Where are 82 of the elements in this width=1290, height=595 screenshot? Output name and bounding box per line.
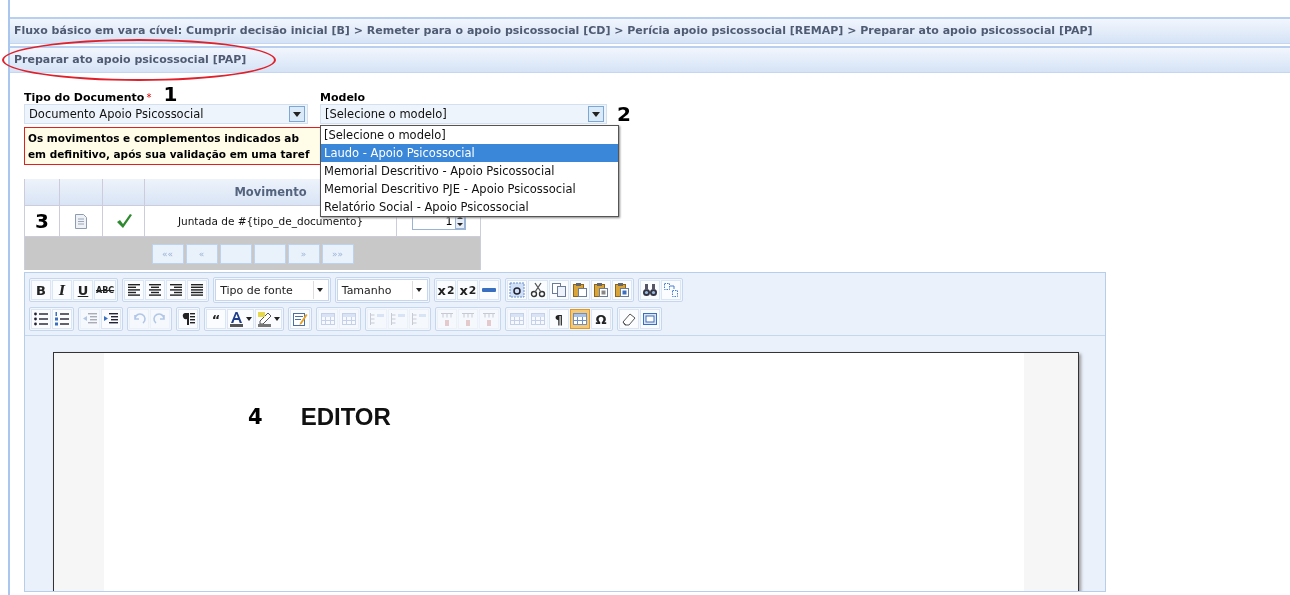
toolbar-button[interactable]: B <box>31 280 51 300</box>
toolbar-combo[interactable]: Tipo de fonte <box>215 279 329 301</box>
task-title: Preparar ato apoio psicossocial [PAP] <box>14 51 247 69</box>
highlight-icon <box>257 311 273 327</box>
paste-word-icon <box>614 282 631 298</box>
replace-button[interactable] <box>661 280 682 300</box>
align-center-button[interactable] <box>145 280 166 300</box>
paste-word-button[interactable] <box>612 280 633 300</box>
toolbar-button[interactable]: ABC <box>94 280 117 300</box>
model-select[interactable]: [Selecione o modelo] <box>320 104 607 124</box>
highlight-button[interactable] <box>255 309 282 329</box>
table-cells-icon <box>530 311 546 327</box>
find-icon <box>642 282 659 298</box>
justify-button[interactable] <box>187 280 208 300</box>
dropdown-option[interactable]: Laudo - Apoio Psicossocial <box>321 144 618 162</box>
bulleted-list-icon <box>33 311 49 327</box>
document-icon <box>75 213 87 229</box>
breadcrumb: Fluxo básico em vara cível: Cumprir decisão inicial [B] > Remeter para o apoio psicossocial [CD] > Perícia apoio psicossocial [REMAP] > Preparar ato apoio psicossocial [PAP] <box>10 17 1290 44</box>
field-label: Tipo do Documento <box>24 91 145 104</box>
annotation-number: 1 <box>163 84 178 104</box>
table-cells-icon <box>509 311 525 327</box>
numbered-list-button[interactable] <box>52 309 72 329</box>
redo-icon <box>152 311 168 327</box>
align-left-icon <box>126 282 143 298</box>
insert-column-icon <box>460 311 476 327</box>
paste-plain-text-button[interactable] <box>591 280 612 300</box>
document-type-select[interactable]: Documento Apoio Psicossocial <box>24 104 308 124</box>
font-color-icon <box>229 311 245 327</box>
cut-button[interactable] <box>528 280 549 300</box>
find-button[interactable] <box>640 280 661 300</box>
toolbar-button[interactable]: U <box>73 280 93 300</box>
toolbar-button[interactable]: Ω <box>591 309 611 329</box>
toolbar-button[interactable]: I <box>52 280 72 300</box>
font-color-button[interactable] <box>227 309 254 329</box>
copy-button[interactable] <box>549 280 570 300</box>
field-label: Modelo <box>320 91 366 104</box>
frame-icon <box>642 311 658 327</box>
align-left-button[interactable] <box>124 280 145 300</box>
eraser-button[interactable] <box>619 309 639 329</box>
insert-row-icon <box>390 311 406 327</box>
replace-icon <box>663 282 680 298</box>
bulleted-list-button[interactable] <box>31 309 51 329</box>
table-column-icon <box>341 311 357 327</box>
table-icon <box>572 311 588 327</box>
paste-icon <box>572 282 589 298</box>
align-right-button[interactable] <box>166 280 187 300</box>
insert-column-icon <box>439 311 455 327</box>
delete-row-icon <box>411 311 427 327</box>
annotation-number: 4 <box>248 407 263 427</box>
annotation-number: 2 <box>617 104 631 124</box>
frame-button[interactable] <box>640 309 660 329</box>
delete-column-icon <box>481 311 497 327</box>
undo-icon <box>131 311 147 327</box>
annotation-number: 3 <box>25 206 60 236</box>
toolbar-combo[interactable]: Tamanho <box>336 279 428 301</box>
horizontal-rule-button[interactable] <box>479 280 500 300</box>
table-button[interactable] <box>570 309 590 329</box>
dropdown-option[interactable]: Memorial Descritivo - Apoio Psicossocial <box>321 162 618 180</box>
align-right-icon <box>168 282 185 298</box>
toolbar-button[interactable]: “ <box>206 309 226 329</box>
paste-plain-text-icon <box>593 282 610 298</box>
copy-icon <box>551 282 568 298</box>
dropdown-option[interactable]: Memorial Descritivo PJE - Apoio Psicossocial <box>321 180 618 198</box>
insert-row-icon <box>369 311 385 327</box>
editor-label: EDITOR <box>300 403 391 431</box>
cut-icon <box>530 282 547 298</box>
align-center-icon <box>147 282 164 298</box>
caret-icon <box>246 317 252 321</box>
caret-icon <box>317 288 325 292</box>
numbered-list-icon <box>54 311 70 327</box>
eraser-icon <box>621 311 637 327</box>
paste-text-icon <box>509 282 526 298</box>
paste-button[interactable] <box>570 280 591 300</box>
table-row-icon <box>320 311 336 327</box>
toolbar-button[interactable]: ¶ <box>549 309 569 329</box>
caret-icon <box>416 288 423 292</box>
caret-icon <box>274 317 280 321</box>
indent-button[interactable] <box>101 309 121 329</box>
justify-icon <box>189 282 206 298</box>
check-icon <box>115 213 132 229</box>
paste-text-button[interactable] <box>507 280 528 300</box>
required-mark: * <box>146 91 152 104</box>
